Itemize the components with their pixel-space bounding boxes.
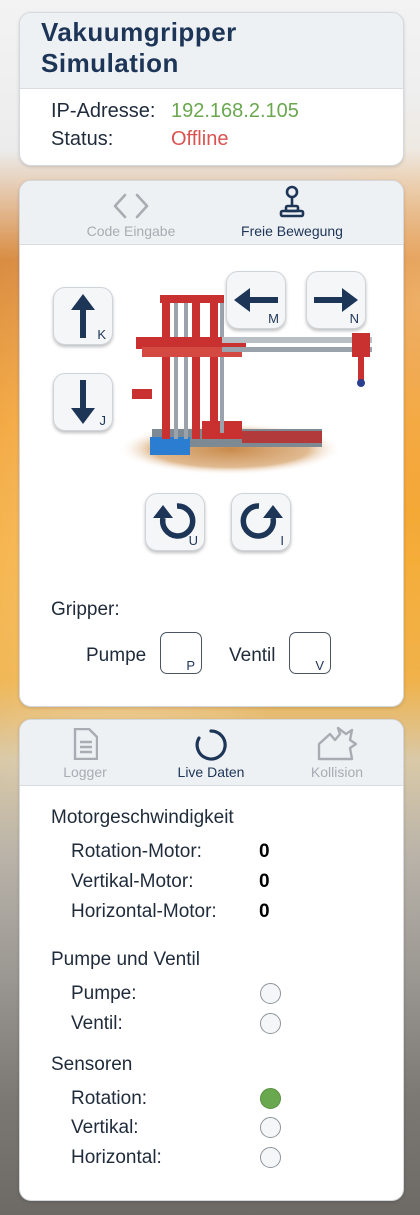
tab-collision-label: Kollision — [310, 764, 364, 780]
controls-card: Code Eingabe Freie Bewegung K J M N U I … — [19, 180, 404, 707]
status-value: Offline — [171, 128, 229, 150]
pump-checkbox[interactable]: P — [160, 632, 202, 674]
rotation-sensor-label: Rotation: — [71, 1088, 148, 1109]
vertical-motor-label: Vertikal-Motor: — [71, 871, 194, 892]
horizontal-motor-value: 0 — [259, 901, 270, 922]
move-up-key: K — [97, 327, 106, 342]
rotate-cw-key: I — [280, 533, 284, 548]
connection-card: Vakuumgripper Simulation IP-Adresse: 192… — [19, 12, 404, 166]
arrow-left-icon — [234, 288, 278, 312]
vertical-motor-value: 0 — [259, 871, 270, 892]
pump-label: Pumpe — [86, 645, 147, 666]
move-down-button[interactable]: J — [53, 373, 113, 431]
tab-code-input-label: Code Eingabe — [86, 223, 176, 239]
tab-code-input[interactable]: Code Eingabe — [60, 181, 202, 245]
arrow-up-icon — [71, 294, 95, 338]
rotate-ccw-button[interactable]: U — [145, 493, 205, 551]
valve-label: Ventil — [229, 645, 276, 666]
app-title-bar: Vakuumgripper Simulation — [20, 13, 403, 89]
tab-collision[interactable]: Kollision — [292, 720, 382, 786]
pump-status-label: Pumpe: — [71, 983, 137, 1004]
valve-status-indicator — [260, 1013, 281, 1034]
app-title-line2: Simulation — [41, 48, 179, 78]
horizontal-motor-label: Horizontal-Motor: — [71, 901, 217, 922]
tab-logger[interactable]: Logger — [40, 720, 130, 786]
move-up-button[interactable]: K — [53, 287, 113, 345]
rotation-sensor-indicator — [260, 1088, 281, 1109]
tab-live-data-label: Live Daten — [177, 764, 245, 780]
ip-row: IP-Adresse: 192.168.2.105 — [20, 97, 403, 125]
live-tabs: Logger Live Daten Kollision — [20, 720, 403, 786]
horizontal-sensor-indicator — [260, 1147, 281, 1168]
document-icon — [73, 728, 98, 760]
pump-status-indicator — [260, 983, 281, 1004]
control-tabs: Code Eingabe Freie Bewegung — [20, 181, 403, 245]
move-right-button[interactable]: N — [306, 271, 366, 329]
move-left-key: M — [268, 311, 279, 326]
valve-checkbox[interactable]: V — [289, 632, 331, 674]
rotate-right-icon — [240, 503, 283, 539]
tab-live-data[interactable]: Live Daten — [166, 720, 256, 786]
valve-status-label: Ventil: — [71, 1013, 123, 1034]
tab-logger-label: Logger — [63, 764, 107, 780]
tab-free-movement-label: Freie Bewegung — [241, 223, 343, 239]
joystick-icon — [279, 185, 305, 218]
vertical-sensor-indicator — [260, 1117, 281, 1138]
tab-free-movement[interactable]: Freie Bewegung — [218, 181, 366, 245]
status-label: Status: — [51, 128, 114, 150]
live-data-card: Logger Live Daten Kollision Motorgeschwi… — [19, 719, 404, 1201]
sensors-title: Sensoren — [51, 1054, 133, 1075]
rotate-ccw-key: U — [188, 533, 198, 548]
ip-label: IP-Adresse: — [51, 100, 156, 122]
gripper-title: Gripper: — [51, 599, 120, 620]
pump-valve-title: Pumpe und Ventil — [51, 949, 200, 970]
vertical-sensor-label: Vertikal: — [71, 1117, 139, 1138]
move-left-button[interactable]: M — [226, 271, 286, 329]
pump-key: P — [186, 658, 195, 673]
valve-key: V — [315, 658, 324, 673]
motor-speed-title: Motorgeschwindigkeit — [51, 807, 234, 828]
arrow-right-icon — [314, 288, 358, 312]
collision-icon — [317, 726, 358, 761]
app-title-line1: Vakuumgripper — [41, 17, 237, 47]
move-down-key: J — [99, 413, 107, 428]
code-icon — [113, 193, 149, 219]
arrow-down-icon — [71, 380, 95, 424]
rotation-motor-value: 0 — [259, 841, 270, 862]
ip-value: 192.168.2.105 — [171, 100, 299, 122]
horizontal-sensor-label: Horizontal: — [71, 1147, 162, 1168]
move-right-key: N — [349, 311, 359, 326]
rotation-motor-label: Rotation-Motor: — [71, 841, 202, 862]
rotate-cw-button[interactable]: I — [231, 493, 291, 551]
loading-circle-icon — [195, 729, 227, 761]
status-row: Status: Offline — [20, 125, 403, 153]
